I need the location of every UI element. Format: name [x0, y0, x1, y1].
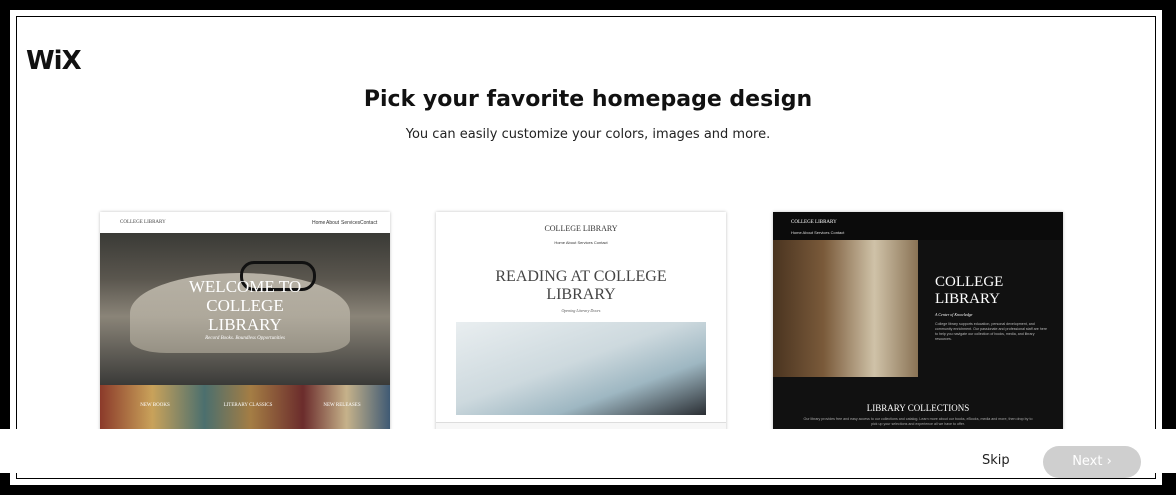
- page-title: Pick your favorite homepage design: [363, 87, 813, 112]
- card3-brand: COLLEGE LIBRARY: [791, 220, 837, 225]
- card1-nav-services: Services: [341, 220, 361, 226]
- design-card-3[interactable]: COLLEGE LIBRARY Home About Services Cont…: [773, 212, 1063, 434]
- design-card-1[interactable]: COLLEGE LIBRARY Home About Services Cont…: [100, 212, 390, 434]
- card1-book-strip: NEW BOOKS LITERARY CLASSICS NEW RELEASES: [100, 385, 390, 434]
- card2-heading: READING AT COLLEGE LIBRARY: [495, 268, 667, 303]
- card1-tagline: Record Books. Boundless Opportunities: [205, 336, 285, 341]
- writing-hand-image: [456, 322, 706, 415]
- card1-heading: WELCOME TO COLLEGE LIBRARY: [188, 277, 302, 334]
- page-subtitle: You can easily customize your colors, im…: [405, 127, 771, 142]
- card1-hero-image: WELCOME TO COLLEGE LIBRARY Record Books.…: [100, 233, 390, 385]
- card3-body-text: College library supports education, pers…: [935, 322, 1047, 341]
- next-button[interactable]: Next ›: [1043, 446, 1141, 478]
- card1-strip-label-3: NEW RELEASES: [323, 403, 361, 408]
- design-card-2[interactable]: COLLEGE LIBRARY Home About Services Cont…: [436, 212, 726, 434]
- skip-button[interactable]: Skip: [982, 453, 1010, 468]
- card1-strip-label-2: LITERARY CLASSICS: [223, 403, 273, 408]
- student-in-library-image: [773, 240, 918, 377]
- card1-nav-home: Home: [312, 220, 326, 226]
- card1-nav-contact: Contact: [360, 220, 378, 226]
- card3-nav: Home About Services Contact: [791, 230, 845, 235]
- card3-tagline: A Center of Knowledge: [935, 312, 973, 317]
- wix-logo: WiX: [26, 46, 82, 76]
- card3-collections-title: LIBRARY COLLECTIONS: [866, 403, 970, 413]
- card1-header: COLLEGE LIBRARY Home About Services Cont…: [100, 212, 390, 233]
- card3-heading: COLLEGE LIBRARY: [935, 274, 1004, 307]
- card3-collections-text: Our library provides free and easy acces…: [803, 417, 1033, 426]
- card1-brand: COLLEGE LIBRARY: [120, 220, 166, 225]
- card2-tagline: Opening Literary Doors: [561, 308, 601, 313]
- card3-header: COLLEGE LIBRARY Home About Services Cont…: [773, 212, 1063, 240]
- card2-brand: COLLEGE LIBRARY: [544, 224, 618, 233]
- card2-nav: Home About Services Contact: [554, 240, 608, 245]
- card1-strip-label-1: NEW BOOKS: [140, 403, 170, 408]
- card1-nav-about: About: [326, 220, 340, 226]
